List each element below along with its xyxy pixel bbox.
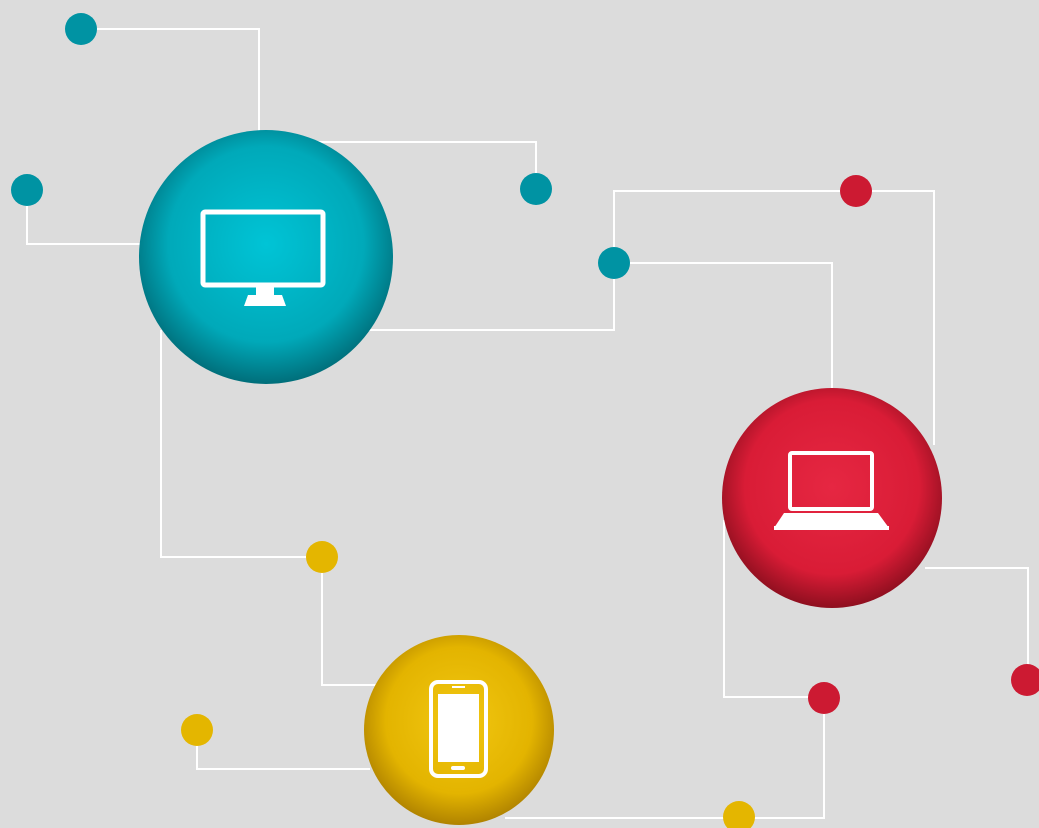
laptop-hub bbox=[722, 388, 942, 608]
desktop-hub bbox=[139, 130, 393, 384]
red-node bbox=[840, 175, 872, 207]
teal-node bbox=[520, 173, 552, 205]
connector-line bbox=[614, 262, 833, 390]
connector-line bbox=[364, 263, 615, 331]
connector-line bbox=[739, 697, 825, 819]
connector-line bbox=[925, 567, 1029, 680]
smartphone-icon bbox=[429, 680, 488, 778]
teal-node bbox=[11, 174, 43, 206]
red-node bbox=[1011, 664, 1039, 696]
network-diagram bbox=[11, 13, 1039, 828]
red-node bbox=[808, 682, 840, 714]
connector-line bbox=[81, 28, 260, 132]
connector-line bbox=[321, 557, 380, 686]
yellow-node bbox=[181, 714, 213, 746]
teal-node bbox=[598, 247, 630, 279]
connector-line bbox=[613, 190, 856, 263]
mobile-hub bbox=[364, 635, 554, 825]
teal-node bbox=[65, 13, 97, 45]
connector-line bbox=[196, 730, 370, 770]
yellow-node bbox=[723, 801, 755, 828]
yellow-node bbox=[306, 541, 338, 573]
connector-line bbox=[26, 190, 145, 245]
